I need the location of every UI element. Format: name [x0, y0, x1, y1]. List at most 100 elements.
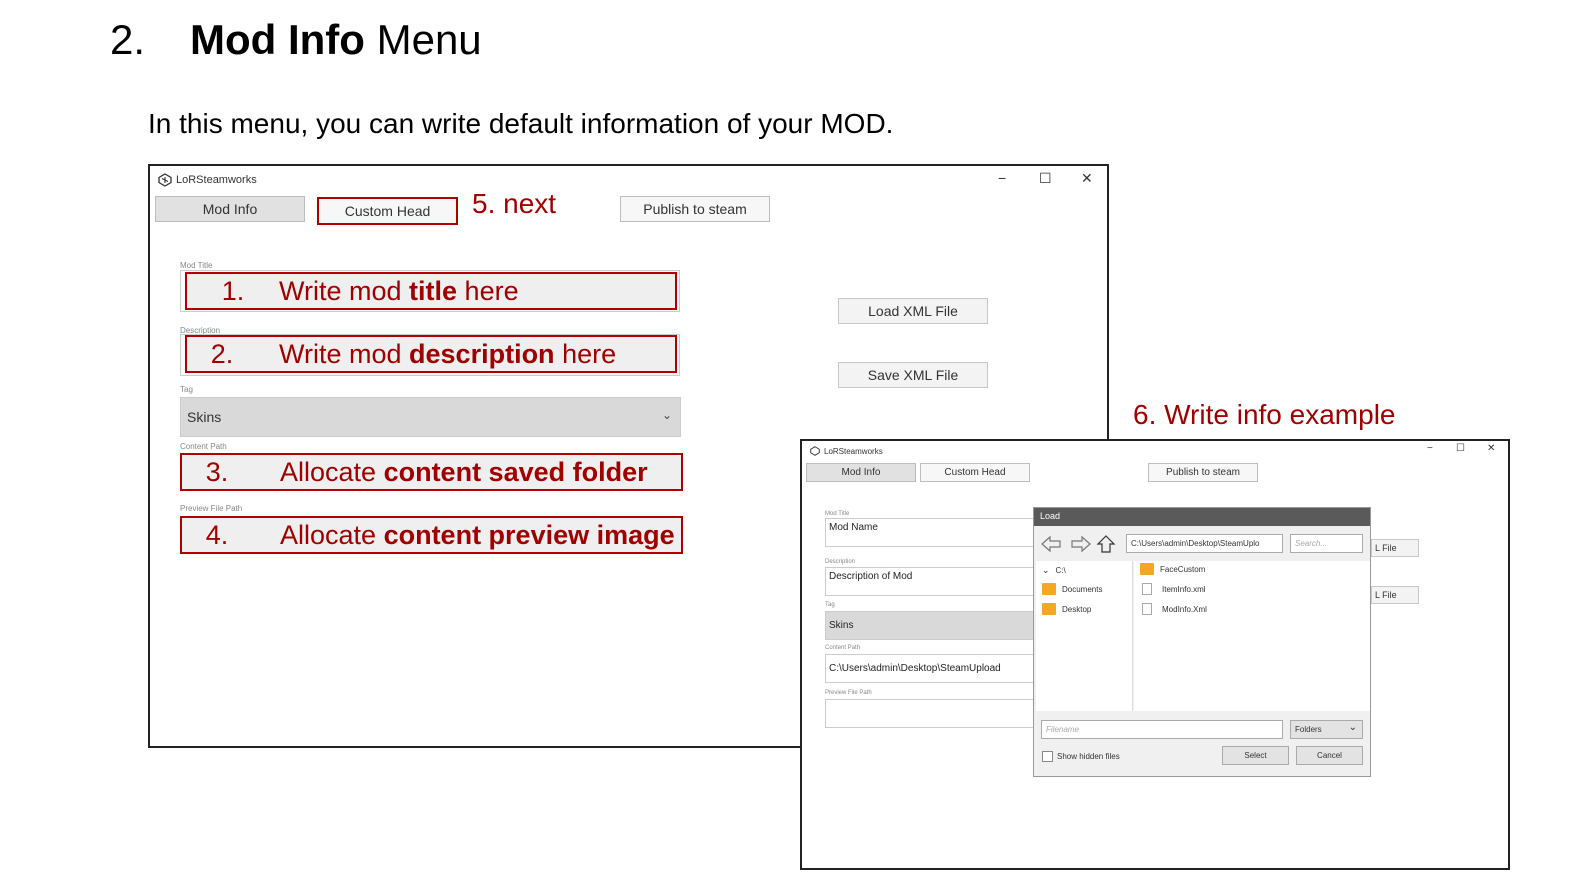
annotation-1-pre: Write mod: [279, 275, 410, 306]
example-mod-title-input[interactable]: Mod Name: [825, 518, 1035, 547]
example-content-path-label: Content Path: [825, 645, 861, 651]
list-item[interactable]: ModInfo.Xml: [1142, 603, 1207, 615]
example-mod-title-label: Mod Title: [825, 511, 850, 517]
nav-arrows: [1041, 535, 1116, 553]
filter-select[interactable]: Folders ⌄: [1290, 720, 1363, 739]
annotation-1-bold: title: [409, 275, 458, 306]
unity-logo-icon: [810, 446, 820, 456]
dialog-file-list: FaceCustom ItemInfo.xml ModInfo.Xml: [1134, 561, 1370, 711]
list-item[interactable]: Desktop: [1042, 603, 1091, 615]
preview-path-label: Preview File Path: [180, 504, 243, 513]
example-window-title-text: LoRSteamworks: [824, 446, 883, 456]
load-xml-button[interactable]: Load XML File: [838, 298, 988, 324]
annotation-2-text: Write mod description here: [279, 339, 616, 370]
example-content-path-input[interactable]: C:\Users\admin\Desktop\SteamUpload: [825, 654, 1035, 683]
annotation-1-post: here: [457, 275, 519, 306]
annotation-3-pre: Allocate: [280, 456, 384, 487]
intro-text: In this menu, you can write default info…: [148, 108, 894, 139]
example-window: LoRSteamworks − ☐ ✕ Mod Info Custom Head…: [800, 439, 1510, 870]
example-tab-custom-head[interactable]: Custom Head: [920, 463, 1030, 482]
example-tab-mod-info[interactable]: Mod Info: [806, 463, 916, 482]
list-item[interactable]: ItemInfo.xml: [1142, 583, 1206, 595]
example-load-xml-button[interactable]: L File: [1371, 539, 1419, 557]
list-item[interactable]: FaceCustom: [1140, 563, 1205, 575]
show-hidden-label: Show hidden files: [1057, 752, 1120, 761]
annotation-3-number: 3.: [205, 456, 229, 487]
back-arrow-icon[interactable]: [1041, 535, 1061, 553]
annotation-4-bold: content preview image: [383, 519, 675, 550]
example-tag-select[interactable]: Skins: [825, 611, 1035, 640]
example-description-input[interactable]: Description of Mod: [825, 567, 1035, 596]
annotation-3-text: Allocate content saved folder: [280, 457, 648, 488]
close-button[interactable]: ✕: [1081, 170, 1093, 187]
example-annotation: 6. Write info example: [1133, 399, 1396, 430]
example-tag-label: Tag: [825, 602, 835, 608]
annotation-1-number: 1.: [221, 275, 245, 306]
window-title: LoRSteamworks: [158, 173, 257, 187]
save-xml-button[interactable]: Save XML File: [838, 362, 988, 388]
annotation-4-text: Allocate content preview image: [280, 520, 675, 551]
annotation-4-number: 4.: [205, 519, 229, 550]
file-icon: [1142, 583, 1152, 595]
list-item-label: C:\: [1055, 566, 1066, 575]
annotation-2-number: 2.: [210, 338, 234, 369]
list-item[interactable]: Documents: [1042, 583, 1102, 595]
chevron-down-icon: ⌄: [1348, 722, 1357, 733]
content-path-input[interactable]: 3. Allocate content saved folder: [180, 453, 683, 491]
folder-icon: [1042, 583, 1056, 595]
folder-icon: [1140, 563, 1154, 575]
tag-label: Tag: [180, 385, 193, 394]
minimize-button[interactable]: −: [998, 170, 1006, 186]
example-window-title: LoRSteamworks: [810, 446, 883, 456]
annotation-4-pre: Allocate: [280, 519, 384, 550]
tab-custom-head[interactable]: Custom Head: [317, 197, 458, 225]
list-item-label: Desktop: [1062, 604, 1092, 614]
dialog-path-input[interactable]: C:\Users\admin\Desktop\SteamUplo: [1126, 534, 1283, 553]
annotation-2-pre: Write mod: [279, 338, 410, 369]
window-title-text: LoRSteamworks: [176, 174, 257, 186]
mod-title-input[interactable]: 1. Write mod title here: [185, 272, 677, 310]
section-number: 2.: [110, 16, 146, 63]
chevron-down-icon: ⌄: [661, 408, 672, 422]
example-preview-path-label: Preview File Path: [825, 690, 872, 696]
tab-mod-info[interactable]: Mod Info: [155, 196, 305, 222]
example-save-xml-button[interactable]: L File: [1371, 586, 1419, 604]
description-input[interactable]: 2. Write mod description here: [185, 335, 677, 373]
tag-select[interactable]: Skins ⌄: [180, 397, 681, 437]
chevron-down-icon: ⌄: [1042, 565, 1050, 575]
annotation-2-bold: description: [409, 338, 555, 369]
section-title: Mod Info Menu: [190, 16, 482, 64]
cancel-button[interactable]: Cancel: [1296, 746, 1363, 765]
example-description-label: Description: [825, 559, 856, 565]
up-arrow-icon[interactable]: [1096, 535, 1116, 553]
annotation-3-bold: content saved folder: [383, 456, 648, 487]
list-item-label: ItemInfo.xml: [1162, 584, 1206, 594]
tag-select-value: Skins: [187, 409, 222, 425]
show-hidden-checkbox[interactable]: [1042, 751, 1053, 762]
load-dialog-title: Load: [1034, 508, 1370, 526]
content-path-label: Content Path: [180, 442, 227, 451]
forward-arrow-icon[interactable]: [1071, 535, 1091, 553]
example-preview-path-input[interactable]: [825, 699, 1035, 728]
load-dialog: Load C:\Users\admin\Desktop\SteamUplo Se…: [1033, 507, 1371, 777]
maximize-button[interactable]: ☐: [1039, 170, 1052, 187]
file-icon: [1142, 603, 1152, 615]
annotation-2-post: here: [554, 338, 617, 369]
filter-select-value: Folders: [1295, 725, 1322, 734]
dialog-drive-list: ⌄ C:\ Documents Desktop: [1036, 561, 1133, 711]
tab-publish[interactable]: Publish to steam: [620, 196, 770, 222]
example-close-button[interactable]: ✕: [1487, 443, 1495, 454]
example-tab-publish[interactable]: Publish to steam: [1148, 463, 1258, 482]
list-item-label: Documents: [1062, 584, 1103, 594]
select-button[interactable]: Select: [1222, 746, 1289, 765]
example-minimize-button[interactable]: −: [1427, 443, 1433, 454]
list-item-label: ModInfo.Xml: [1162, 604, 1207, 614]
dialog-search-input[interactable]: Search...: [1290, 534, 1363, 553]
mod-title-label: Mod Title: [180, 261, 213, 270]
example-maximize-button[interactable]: ☐: [1456, 443, 1465, 454]
filename-input[interactable]: Filename: [1041, 720, 1283, 739]
list-item[interactable]: ⌄ C:\: [1042, 565, 1066, 576]
preview-path-input[interactable]: 4. Allocate content preview image: [180, 516, 683, 554]
list-item-label: FaceCustom: [1160, 564, 1206, 574]
annotation-1-text: Write mod title here: [279, 276, 519, 307]
